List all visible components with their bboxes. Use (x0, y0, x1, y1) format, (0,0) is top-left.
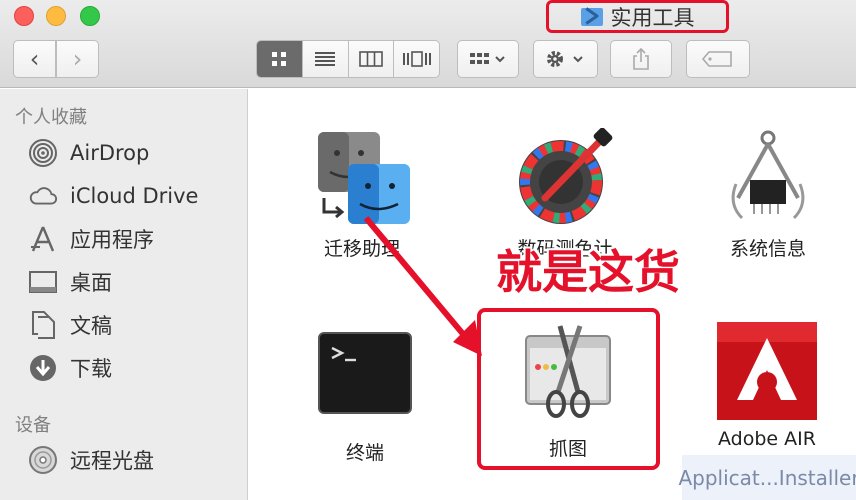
sidebar-item-label: AirDrop (70, 141, 150, 165)
sidebar-item-documents[interactable]: 文稿 (28, 307, 112, 343)
app-system-information[interactable]: 系统信息 (718, 128, 818, 261)
app-adobe-air-installer[interactable]: Applicat...Installer (678, 455, 856, 500)
coverflow-view-button[interactable] (394, 41, 439, 77)
forward-button[interactable]: › (56, 40, 99, 78)
chevron-left-icon: ‹ (29, 45, 40, 73)
app-adobe-air[interactable]: Adobe AIR (712, 320, 822, 450)
app-label: Applicat...Installer (678, 465, 856, 490)
action-menu-button[interactable] (533, 40, 598, 78)
sidebar-item-label: 应用程序 (70, 228, 154, 252)
airdrop-icon (28, 138, 58, 168)
share-button[interactable] (610, 40, 672, 78)
adobe-air-icon (717, 322, 817, 420)
utilities-folder-icon (580, 7, 603, 26)
terminal-icon (318, 332, 412, 414)
minimize-window-button[interactable] (46, 6, 66, 26)
sidebar-item-label: 桌面 (70, 271, 112, 295)
app-label: 迁移助理 (323, 238, 400, 260)
documents-icon (28, 310, 58, 340)
system-information-icon (731, 130, 805, 220)
tag-icon (701, 51, 732, 67)
digital-color-meter-icon (519, 128, 613, 224)
grid-icon (272, 52, 287, 66)
view-mode-selector (256, 40, 440, 78)
disc-icon (28, 445, 58, 475)
sidebar: 个人收藏 AirDrop iCloud Drive 应用程序 桌面 文稿 下载 … (0, 89, 248, 500)
app-migration-assistant[interactable]: 迁移助理 (312, 128, 412, 261)
migration-assistant-icon (318, 132, 410, 224)
app-label: 终端 (345, 442, 384, 464)
sidebar-item-label: 下载 (70, 357, 112, 381)
app-terminal[interactable]: 终端 (317, 332, 413, 465)
sidebar-item-airdrop[interactable]: AirDrop (28, 135, 149, 171)
app-label: 系统信息 (729, 238, 806, 260)
icon-view-button[interactable] (257, 41, 303, 77)
sidebar-item-remote-disc[interactable]: 远程光盘 (28, 442, 154, 478)
back-button[interactable]: ‹ (13, 40, 56, 78)
sidebar-item-applications[interactable]: 应用程序 (28, 221, 154, 257)
coverflow-icon (402, 51, 431, 67)
chevron-right-icon: › (72, 45, 83, 73)
highlight-box (477, 308, 660, 470)
window-title: 实用工具 (546, 0, 729, 33)
arrange-grid-icon (470, 53, 505, 64)
columns-icon (359, 51, 383, 67)
app-label: Adobe AIR (718, 428, 816, 450)
devices-header: 设备 (15, 415, 51, 436)
zoom-window-button[interactable] (80, 6, 100, 26)
desktop-icon (28, 267, 58, 297)
tag-button[interactable] (686, 40, 750, 78)
gear-icon (546, 51, 583, 67)
sidebar-item-desktop[interactable]: 桌面 (28, 264, 112, 300)
arrange-button[interactable] (457, 40, 519, 78)
share-icon (633, 47, 649, 70)
download-icon (28, 353, 58, 383)
close-window-button[interactable] (14, 6, 34, 26)
sidebar-item-label: 文稿 (70, 314, 112, 338)
sidebar-item-label: iCloud Drive (70, 184, 199, 208)
applications-icon (28, 224, 58, 254)
column-view-button[interactable] (349, 41, 395, 77)
sidebar-item-icloud-drive[interactable]: iCloud Drive (28, 178, 198, 214)
list-view-button[interactable] (303, 41, 349, 77)
window-title-text: 实用工具 (610, 5, 695, 30)
favorites-header: 个人收藏 (15, 107, 87, 128)
sidebar-item-label: 远程光盘 (70, 449, 154, 473)
callout-text: 就是这货 (496, 245, 680, 299)
sidebar-item-downloads[interactable]: 下载 (28, 350, 112, 386)
window-toolbar: 实用工具 ‹ › (0, 0, 856, 88)
cloud-icon (28, 181, 58, 211)
list-icon (315, 52, 336, 66)
